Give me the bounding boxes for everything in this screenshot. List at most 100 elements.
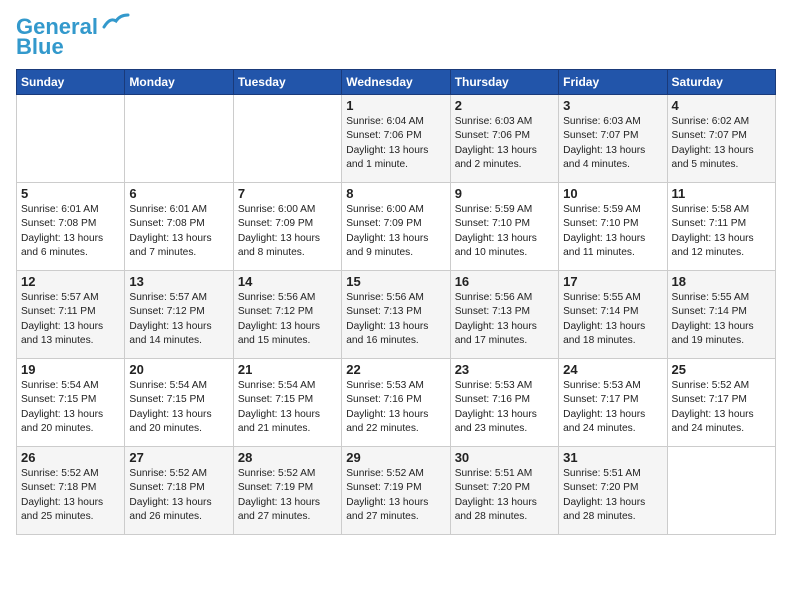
day-number: 11: [672, 186, 771, 201]
calendar-cell: 17 Sunrise: 5:55 AM Sunset: 7:14 PM Dayli…: [559, 271, 667, 359]
calendar-cell: 5 Sunrise: 6:01 AM Sunset: 7:08 PM Daylig…: [17, 183, 125, 271]
day-info: Sunrise: 5:57 AM Sunset: 7:12 PM Dayligh…: [129, 291, 228, 348]
day-number: 9: [455, 186, 554, 201]
day-info: Sunrise: 6:03 AM Sunset: 7:07 PM Dayligh…: [563, 115, 662, 172]
day-info: Sunrise: 6:00 AM Sunset: 7:09 PM Dayligh…: [238, 203, 337, 260]
calendar-cell: 20 Sunrise: 5:54 AM Sunset: 7:15 PM Dayli…: [125, 359, 233, 447]
day-info: Sunrise: 5:52 AM Sunset: 7:17 PM Dayligh…: [672, 379, 771, 436]
calendar-week: 19 Sunrise: 5:54 AM Sunset: 7:15 PM Dayli…: [17, 359, 776, 447]
day-number: 6: [129, 186, 228, 201]
calendar-cell: 6 Sunrise: 6:01 AM Sunset: 7:08 PM Daylig…: [125, 183, 233, 271]
day-number: 22: [346, 362, 445, 377]
calendar-cell: 2 Sunrise: 6:03 AM Sunset: 7:06 PM Daylig…: [450, 95, 558, 183]
logo-blue: Blue: [16, 34, 64, 59]
day-number: 16: [455, 274, 554, 289]
day-info: Sunrise: 6:03 AM Sunset: 7:06 PM Dayligh…: [455, 115, 554, 172]
calendar-cell: 15 Sunrise: 5:56 AM Sunset: 7:13 PM Dayli…: [342, 271, 450, 359]
calendar-cell: [233, 95, 341, 183]
day-info: Sunrise: 5:54 AM Sunset: 7:15 PM Dayligh…: [129, 379, 228, 436]
calendar-cell: 26Sunrise: 5:52 AM Sunset: 7:18 PM Dayli…: [17, 447, 125, 535]
calendar-cell: 4Sunrise: 6:02 AM Sunset: 7:07 PM Daylig…: [667, 95, 775, 183]
day-info: Sunrise: 5:55 AM Sunset: 7:14 PM Dayligh…: [563, 291, 662, 348]
day-info: Sunrise: 5:52 AM Sunset: 7:18 PM Dayligh…: [21, 467, 120, 524]
day-number: 14: [238, 274, 337, 289]
day-info: Sunrise: 6:04 AM Sunset: 7:06 PM Dayligh…: [346, 115, 445, 172]
day-info: Sunrise: 5:51 AM Sunset: 7:20 PM Dayligh…: [563, 467, 662, 524]
day-number: 30: [455, 450, 554, 465]
day-info: Sunrise: 5:59 AM Sunset: 7:10 PM Dayligh…: [455, 203, 554, 260]
calendar-cell: 11Sunrise: 5:58 AM Sunset: 7:11 PM Dayli…: [667, 183, 775, 271]
calendar-table: SundayMondayTuesdayWednesdayThursdayFrid…: [16, 69, 776, 535]
day-info: Sunrise: 5:53 AM Sunset: 7:17 PM Dayligh…: [563, 379, 662, 436]
day-info: Sunrise: 5:53 AM Sunset: 7:16 PM Dayligh…: [455, 379, 554, 436]
weekday-header: Wednesday: [342, 70, 450, 95]
day-number: 27: [129, 450, 228, 465]
day-info: Sunrise: 5:56 AM Sunset: 7:13 PM Dayligh…: [455, 291, 554, 348]
day-info: Sunrise: 5:52 AM Sunset: 7:19 PM Dayligh…: [346, 467, 445, 524]
calendar-cell: 24 Sunrise: 5:53 AM Sunset: 7:17 PM Dayli…: [559, 359, 667, 447]
calendar-week: 26Sunrise: 5:52 AM Sunset: 7:18 PM Dayli…: [17, 447, 776, 535]
day-info: Sunrise: 5:59 AM Sunset: 7:10 PM Dayligh…: [563, 203, 662, 260]
weekday-header: Monday: [125, 70, 233, 95]
logo: General Blue: [16, 16, 130, 59]
calendar-cell: 23Sunrise: 5:53 AM Sunset: 7:16 PM Dayli…: [450, 359, 558, 447]
calendar-cell: 29 Sunrise: 5:52 AM Sunset: 7:19 PM Dayli…: [342, 447, 450, 535]
day-number: 15: [346, 274, 445, 289]
calendar-header: SundayMondayTuesdayWednesdayThursdayFrid…: [17, 70, 776, 95]
weekday-header: Friday: [559, 70, 667, 95]
page-header: General Blue: [16, 16, 776, 59]
day-number: 8: [346, 186, 445, 201]
day-info: Sunrise: 5:52 AM Sunset: 7:18 PM Dayligh…: [129, 467, 228, 524]
day-number: 29: [346, 450, 445, 465]
calendar-cell: [17, 95, 125, 183]
day-info: Sunrise: 5:54 AM Sunset: 7:15 PM Dayligh…: [238, 379, 337, 436]
day-info: Sunrise: 6:01 AM Sunset: 7:08 PM Dayligh…: [129, 203, 228, 260]
calendar-cell: 18 Sunrise: 5:55 AM Sunset: 7:14 PM Dayli…: [667, 271, 775, 359]
day-number: 2: [455, 98, 554, 113]
calendar-cell: 9 Sunrise: 5:59 AM Sunset: 7:10 PM Daylig…: [450, 183, 558, 271]
calendar-cell: 3Sunrise: 6:03 AM Sunset: 7:07 PM Daylig…: [559, 95, 667, 183]
day-info: Sunrise: 5:55 AM Sunset: 7:14 PM Dayligh…: [672, 291, 771, 348]
calendar-cell: 28 Sunrise: 5:52 AM Sunset: 7:19 PM Dayli…: [233, 447, 341, 535]
day-info: Sunrise: 5:52 AM Sunset: 7:19 PM Dayligh…: [238, 467, 337, 524]
calendar-cell: 1 Sunrise: 6:04 AM Sunset: 7:06 PM Daylig…: [342, 95, 450, 183]
day-number: 4: [672, 98, 771, 113]
day-number: 19: [21, 362, 120, 377]
calendar-cell: 27 Sunrise: 5:52 AM Sunset: 7:18 PM Dayli…: [125, 447, 233, 535]
calendar-cell: 19 Sunrise: 5:54 AM Sunset: 7:15 PM Dayli…: [17, 359, 125, 447]
calendar-cell: 10 Sunrise: 5:59 AM Sunset: 7:10 PM Dayli…: [559, 183, 667, 271]
day-info: Sunrise: 5:51 AM Sunset: 7:20 PM Dayligh…: [455, 467, 554, 524]
day-info: Sunrise: 6:00 AM Sunset: 7:09 PM Dayligh…: [346, 203, 445, 260]
weekday-row: SundayMondayTuesdayWednesdayThursdayFrid…: [17, 70, 776, 95]
day-number: 17: [563, 274, 662, 289]
day-info: Sunrise: 5:54 AM Sunset: 7:15 PM Dayligh…: [21, 379, 120, 436]
day-number: 31: [563, 450, 662, 465]
day-number: 10: [563, 186, 662, 201]
weekday-header: Sunday: [17, 70, 125, 95]
calendar-cell: 7 Sunrise: 6:00 AM Sunset: 7:09 PM Daylig…: [233, 183, 341, 271]
calendar-cell: 31 Sunrise: 5:51 AM Sunset: 7:20 PM Dayli…: [559, 447, 667, 535]
day-info: Sunrise: 6:01 AM Sunset: 7:08 PM Dayligh…: [21, 203, 120, 260]
calendar-body: 1 Sunrise: 6:04 AM Sunset: 7:06 PM Daylig…: [17, 95, 776, 535]
day-number: 28: [238, 450, 337, 465]
calendar-cell: 30 Sunrise: 5:51 AM Sunset: 7:20 PM Dayli…: [450, 447, 558, 535]
calendar-week: 12Sunrise: 5:57 AM Sunset: 7:11 PM Dayli…: [17, 271, 776, 359]
day-info: Sunrise: 5:56 AM Sunset: 7:13 PM Dayligh…: [346, 291, 445, 348]
calendar-cell: [125, 95, 233, 183]
calendar-cell: 14 Sunrise: 5:56 AM Sunset: 7:12 PM Dayli…: [233, 271, 341, 359]
calendar-week: 1 Sunrise: 6:04 AM Sunset: 7:06 PM Daylig…: [17, 95, 776, 183]
weekday-header: Tuesday: [233, 70, 341, 95]
calendar-cell: 13 Sunrise: 5:57 AM Sunset: 7:12 PM Dayli…: [125, 271, 233, 359]
day-number: 24: [563, 362, 662, 377]
day-number: 13: [129, 274, 228, 289]
day-number: 25: [672, 362, 771, 377]
day-number: 12: [21, 274, 120, 289]
day-number: 5: [21, 186, 120, 201]
logo-bird-icon: [102, 13, 130, 33]
day-info: Sunrise: 5:56 AM Sunset: 7:12 PM Dayligh…: [238, 291, 337, 348]
day-number: 18: [672, 274, 771, 289]
calendar-cell: 25 Sunrise: 5:52 AM Sunset: 7:17 PM Dayli…: [667, 359, 775, 447]
day-number: 20: [129, 362, 228, 377]
day-number: 7: [238, 186, 337, 201]
day-number: 1: [346, 98, 445, 113]
